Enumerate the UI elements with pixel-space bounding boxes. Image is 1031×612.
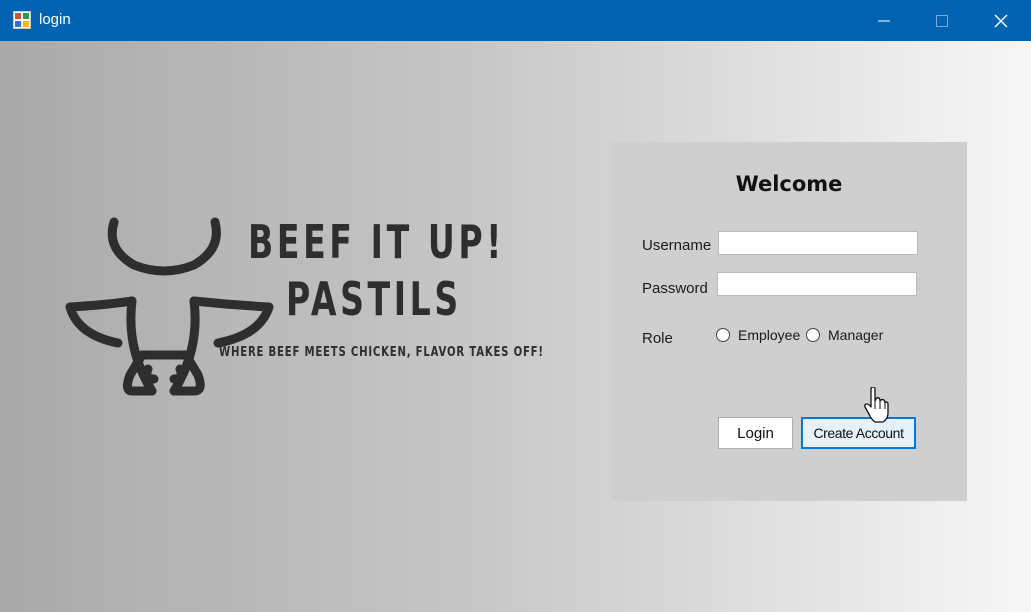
close-button[interactable]	[972, 0, 1030, 41]
minimize-icon	[878, 20, 890, 21]
title-bar[interactable]: login	[0, 0, 1031, 41]
login-window: login BEEF IT UP! PASTILS WHERE BEEF MEE…	[0, 0, 1031, 612]
login-panel: Welcome Username Password Role Employee …	[611, 142, 967, 501]
username-input[interactable]	[718, 231, 918, 255]
brand-logo: BEEF IT UP! PASTILS WHERE BEEF MEETS CHI…	[62, 209, 543, 399]
minimize-button[interactable]	[855, 0, 913, 41]
radio-circle-icon[interactable]	[806, 328, 820, 342]
welcome-heading: Welcome	[735, 172, 843, 196]
maximize-icon	[936, 14, 948, 27]
role-employee-label: Employee	[738, 327, 801, 343]
username-label: Username	[642, 237, 712, 254]
role-manager-radio[interactable]: Manager	[806, 327, 883, 343]
password-label: Password	[642, 280, 708, 297]
hand-cursor-icon	[864, 387, 889, 423]
maximize-button[interactable]	[913, 0, 971, 41]
login-button[interactable]: Login	[718, 417, 793, 449]
radio-circle-icon[interactable]	[716, 328, 730, 342]
brand-tagline: WHERE BEEF MEETS CHICKEN, FLAVOR TAKES O…	[219, 345, 544, 360]
create-account-button[interactable]: Create Account	[801, 417, 916, 449]
role-manager-label: Manager	[828, 327, 884, 343]
form-client-area: BEEF IT UP! PASTILS WHERE BEEF MEETS CHI…	[0, 41, 1031, 612]
brand-name-line1: BEEF IT UP!	[248, 215, 505, 269]
app-icon	[13, 11, 31, 29]
role-label: Role	[642, 330, 673, 347]
brand-name-line2: PASTILS	[286, 272, 462, 326]
role-employee-radio[interactable]: Employee	[716, 327, 800, 343]
password-input[interactable]	[717, 272, 917, 296]
window-title: login	[39, 11, 71, 28]
close-icon	[994, 14, 1008, 27]
